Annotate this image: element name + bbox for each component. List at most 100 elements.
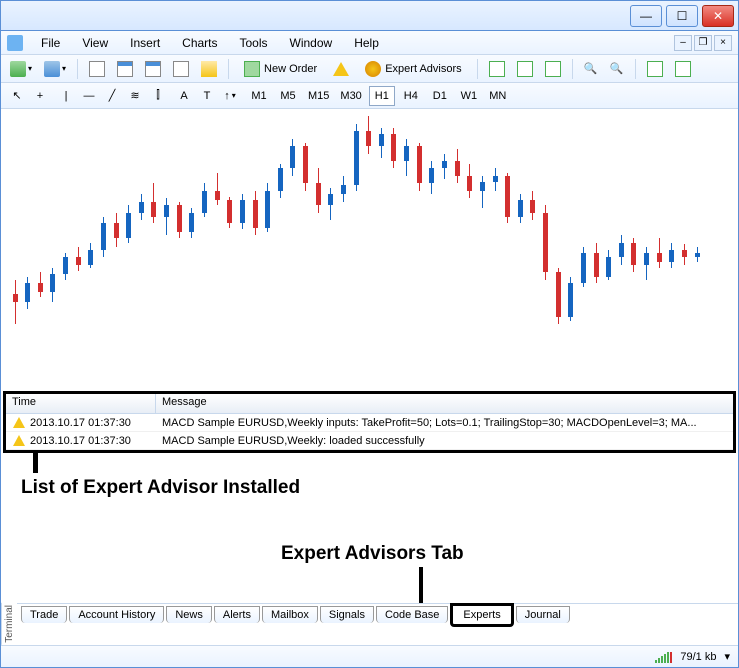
market-watch-icon (89, 61, 105, 77)
menu-tools[interactable]: Tools (230, 34, 278, 52)
row-message: MACD Sample EURUSD,Weekly inputs: TakePr… (156, 417, 733, 429)
candle (466, 109, 473, 339)
candlestick-icon (517, 61, 533, 77)
annotation-list-label: List of Expert Advisor Installed (21, 477, 300, 499)
maximize-button[interactable]: ☐ (666, 5, 698, 27)
profile-icon (44, 61, 60, 77)
timeframe-h1[interactable]: H1 (369, 86, 395, 106)
expert-advisors-button[interactable]: Expert Advisors (358, 59, 468, 79)
equidistant-channel-tool[interactable]: ≋ (125, 86, 145, 106)
menu-charts[interactable]: Charts (172, 34, 227, 52)
zoom-out-button[interactable]: 🔍 (607, 59, 627, 79)
timeframe-w1[interactable]: W1 (456, 86, 482, 106)
mdi-restore-button[interactable]: ❐ (694, 35, 712, 51)
mdi-close-button[interactable]: × (714, 35, 732, 51)
tab-news[interactable]: News (166, 606, 212, 623)
tab-experts[interactable]: Experts (450, 603, 513, 627)
crosshair-tool[interactable]: + (30, 86, 50, 106)
timeframe-mn[interactable]: MN (485, 86, 511, 106)
vertical-line-tool[interactable]: | (56, 86, 76, 106)
text-label-tool[interactable]: T (197, 86, 217, 106)
chart-area[interactable] (1, 109, 738, 391)
candle (339, 109, 346, 339)
app-window: — ☐ ✕ File View Insert Charts Tools Wind… (0, 0, 739, 668)
timeframe-d1[interactable]: D1 (427, 86, 453, 106)
tab-mailbox[interactable]: Mailbox (262, 606, 318, 623)
menu-file[interactable]: File (31, 34, 70, 52)
strategy-tester-button[interactable] (198, 59, 220, 79)
fibonacci-tool[interactable]: ⫿ (148, 86, 168, 106)
terminal-row[interactable]: 2013.10.17 01:37:30MACD Sample EURUSD,We… (6, 414, 733, 432)
candle (352, 109, 359, 339)
terminal-row[interactable]: 2013.10.17 01:37:30MACD Sample EURUSD,We… (6, 432, 733, 450)
tab-code-base[interactable]: Code Base (376, 606, 448, 623)
timeframe-h4[interactable]: H4 (398, 86, 424, 106)
navigator-button[interactable] (142, 59, 164, 79)
close-button[interactable]: ✕ (702, 5, 734, 27)
candle (289, 109, 296, 339)
tab-trade[interactable]: Trade (21, 606, 67, 623)
new-order-icon (244, 61, 260, 77)
terminal-icon (173, 61, 189, 77)
terminal-button[interactable] (170, 59, 192, 79)
tab-signals[interactable]: Signals (320, 606, 374, 623)
trendline-tool[interactable]: ╱ (102, 86, 122, 106)
timeframe-m30[interactable]: M30 (336, 86, 365, 106)
candlestick-button[interactable] (514, 59, 536, 79)
autotrading-button[interactable] (330, 59, 352, 79)
chart-shift-button[interactable] (672, 59, 694, 79)
zoom-in-button[interactable]: 🔍 (581, 59, 601, 79)
menu-view[interactable]: View (72, 34, 118, 52)
timeframe-m15[interactable]: M15 (304, 86, 333, 106)
timeframe-m1[interactable]: M1 (246, 86, 272, 106)
tab-account-history[interactable]: Account History (69, 606, 164, 623)
cursor-tool[interactable]: ↖ (7, 86, 27, 106)
mdi-controls: – ❐ × (674, 35, 732, 51)
separator (477, 59, 478, 79)
tab-journal[interactable]: Journal (516, 606, 570, 623)
new-chart-button[interactable] (7, 59, 35, 79)
candle (693, 109, 700, 339)
arrows-tool[interactable]: ↑ (220, 86, 240, 106)
toolbar-drawing: ↖ + | — ╱ ≋ ⫿ A T ↑ M1 M5 M15 M30 H1 H4 … (1, 83, 738, 109)
candle (453, 109, 460, 339)
terminal-header: Time Message (6, 394, 733, 414)
tab-alerts[interactable]: Alerts (214, 606, 260, 623)
candle (617, 109, 624, 339)
horizontal-line-tool[interactable]: — (79, 86, 99, 106)
timeframe-m5[interactable]: M5 (275, 86, 301, 106)
bar-chart-button[interactable] (486, 59, 508, 79)
menu-insert[interactable]: Insert (120, 34, 170, 52)
market-watch-button[interactable] (86, 59, 108, 79)
line-chart-icon (545, 61, 561, 77)
candle (605, 109, 612, 339)
candle (11, 109, 18, 339)
candle (36, 109, 43, 339)
mdi-minimize-button[interactable]: – (674, 35, 692, 51)
statusbar: 79/1 kb ▾ (1, 645, 738, 667)
profiles-button[interactable] (41, 59, 69, 79)
line-chart-button[interactable] (542, 59, 564, 79)
app-icon (7, 35, 23, 51)
expert-advisors-label: Expert Advisors (385, 63, 461, 75)
candle (302, 109, 309, 339)
warning-icon (13, 434, 27, 448)
status-menu-icon[interactable]: ▾ (724, 650, 730, 663)
annotation-overlay: List of Expert Advisor Installed Expert … (1, 453, 738, 603)
candle (188, 109, 195, 339)
candle (567, 109, 574, 339)
candle (276, 109, 283, 339)
connection-bars-icon (655, 651, 672, 663)
candle (175, 109, 182, 339)
candle (390, 109, 397, 339)
menu-window[interactable]: Window (280, 34, 343, 52)
strategy-tester-icon (201, 61, 217, 77)
auto-scroll-button[interactable] (644, 59, 666, 79)
text-tool[interactable]: A (174, 86, 194, 106)
data-window-button[interactable] (114, 59, 136, 79)
column-message[interactable]: Message (156, 394, 733, 413)
column-time[interactable]: Time (6, 394, 156, 413)
menu-help[interactable]: Help (344, 34, 389, 52)
minimize-button[interactable]: — (630, 5, 662, 27)
new-order-button[interactable]: New Order (237, 59, 324, 79)
